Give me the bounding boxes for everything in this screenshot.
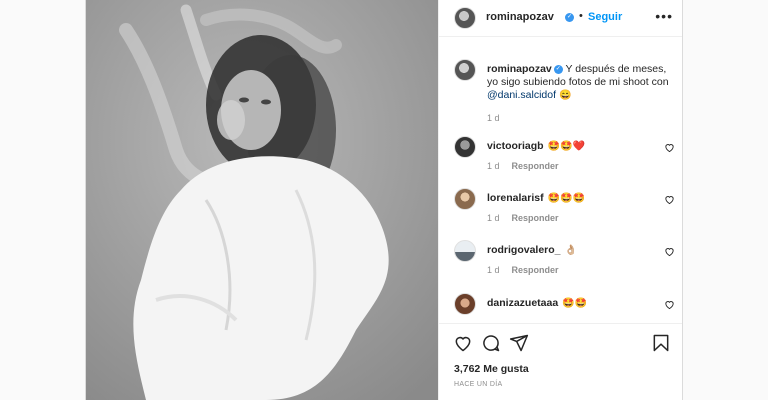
comment-time[interactable]: 1 d [487, 161, 500, 171]
comment-meta: 1 d Responder [487, 265, 559, 275]
comment-item: rodrigovalero_ 👌🏼 1 d Responder [454, 240, 679, 280]
comment-item: danizazuetaaa 🤩🤩 [454, 293, 679, 323]
comment-icon[interactable] [481, 333, 501, 353]
comment-item: lorenalarisf 🤩🤩🤩 1 d Responder [454, 188, 679, 228]
commenter-avatar[interactable] [454, 240, 476, 262]
author-username[interactable]: rominapozav [486, 11, 554, 23]
comment-username[interactable]: rodrigovalero_ [487, 244, 561, 256]
comment-like-heart-icon[interactable] [664, 194, 675, 205]
commenter-avatar[interactable] [454, 293, 476, 315]
bookmark-icon[interactable] [651, 333, 671, 353]
heart-icon[interactable] [453, 333, 473, 353]
comment-meta: 1 d Responder [487, 161, 559, 171]
verified-badge-icon: ✓ [565, 13, 574, 22]
comment-line: danizazuetaaa 🤩🤩 [487, 297, 587, 309]
post-header: rominapozav ✓ • Seguir ••• [439, 0, 682, 37]
comment-like-heart-icon[interactable] [664, 299, 675, 310]
reply-button[interactable]: Responder [512, 213, 559, 223]
instagram-post-modal: rominapozav ✓ • Seguir ••• rominapozav ✓ … [85, 0, 683, 400]
post-side-panel: rominapozav ✓ • Seguir ••• rominapozav ✓ … [438, 0, 682, 400]
comment-time[interactable]: 1 d [487, 265, 500, 275]
post-timestamp[interactable]: HACE UN DÍA [454, 381, 502, 388]
separator-dot: • [579, 10, 583, 22]
more-options-icon[interactable]: ••• [655, 8, 673, 24]
comments-list[interactable]: rominapozav ✓ Y después de meses, yo sigo… [439, 37, 682, 323]
reply-button[interactable]: Responder [512, 161, 559, 171]
post-photo-image [86, 0, 438, 400]
comment-username[interactable]: victooriagb [487, 140, 544, 152]
reply-button[interactable]: Responder [512, 265, 559, 275]
caption-username[interactable]: rominapozav [487, 63, 552, 75]
comment-line: lorenalarisf 🤩🤩🤩 [487, 192, 585, 204]
post-actions: 3,762 Me gusta HACE UN DÍA [439, 323, 682, 400]
comment-line: victooriagb 🤩🤩❤️ [487, 140, 585, 152]
comment-text: 🤩🤩❤️ [547, 141, 585, 152]
comment-time[interactable]: 1 d [487, 213, 500, 223]
comment-item: victooriagb 🤩🤩❤️ 1 d Responder [454, 136, 679, 176]
grin-emoji: 😄 [558, 90, 572, 101]
comment-text: 👌🏼 [564, 245, 577, 256]
caption-avatar[interactable] [454, 59, 476, 81]
likes-count[interactable]: 3,762 Me gusta [454, 363, 529, 375]
commenter-avatar[interactable] [454, 188, 476, 210]
comment-username[interactable]: danizazuetaaa [487, 297, 558, 309]
post-photo[interactable] [86, 0, 438, 400]
share-icon[interactable] [509, 333, 529, 353]
comment-username[interactable]: lorenalarisf [487, 192, 544, 204]
comment-like-heart-icon[interactable] [664, 246, 675, 257]
caption-time[interactable]: 1 d [487, 113, 500, 123]
author-avatar[interactable] [454, 7, 476, 29]
comment-text: 🤩🤩 [562, 298, 588, 309]
caption-text: rominapozav ✓ Y después de meses, yo sigo… [487, 63, 677, 102]
comment-line: rodrigovalero_ 👌🏼 [487, 244, 577, 256]
verified-badge-icon: ✓ [553, 64, 563, 74]
caption-mention[interactable]: @dani.salcidof [487, 89, 556, 101]
comment-like-heart-icon[interactable] [664, 142, 675, 153]
follow-button[interactable]: Seguir [588, 11, 622, 23]
comment-text: 🤩🤩🤩 [547, 193, 585, 204]
comment-meta: 1 d Responder [487, 213, 559, 223]
commenter-avatar[interactable] [454, 136, 476, 158]
